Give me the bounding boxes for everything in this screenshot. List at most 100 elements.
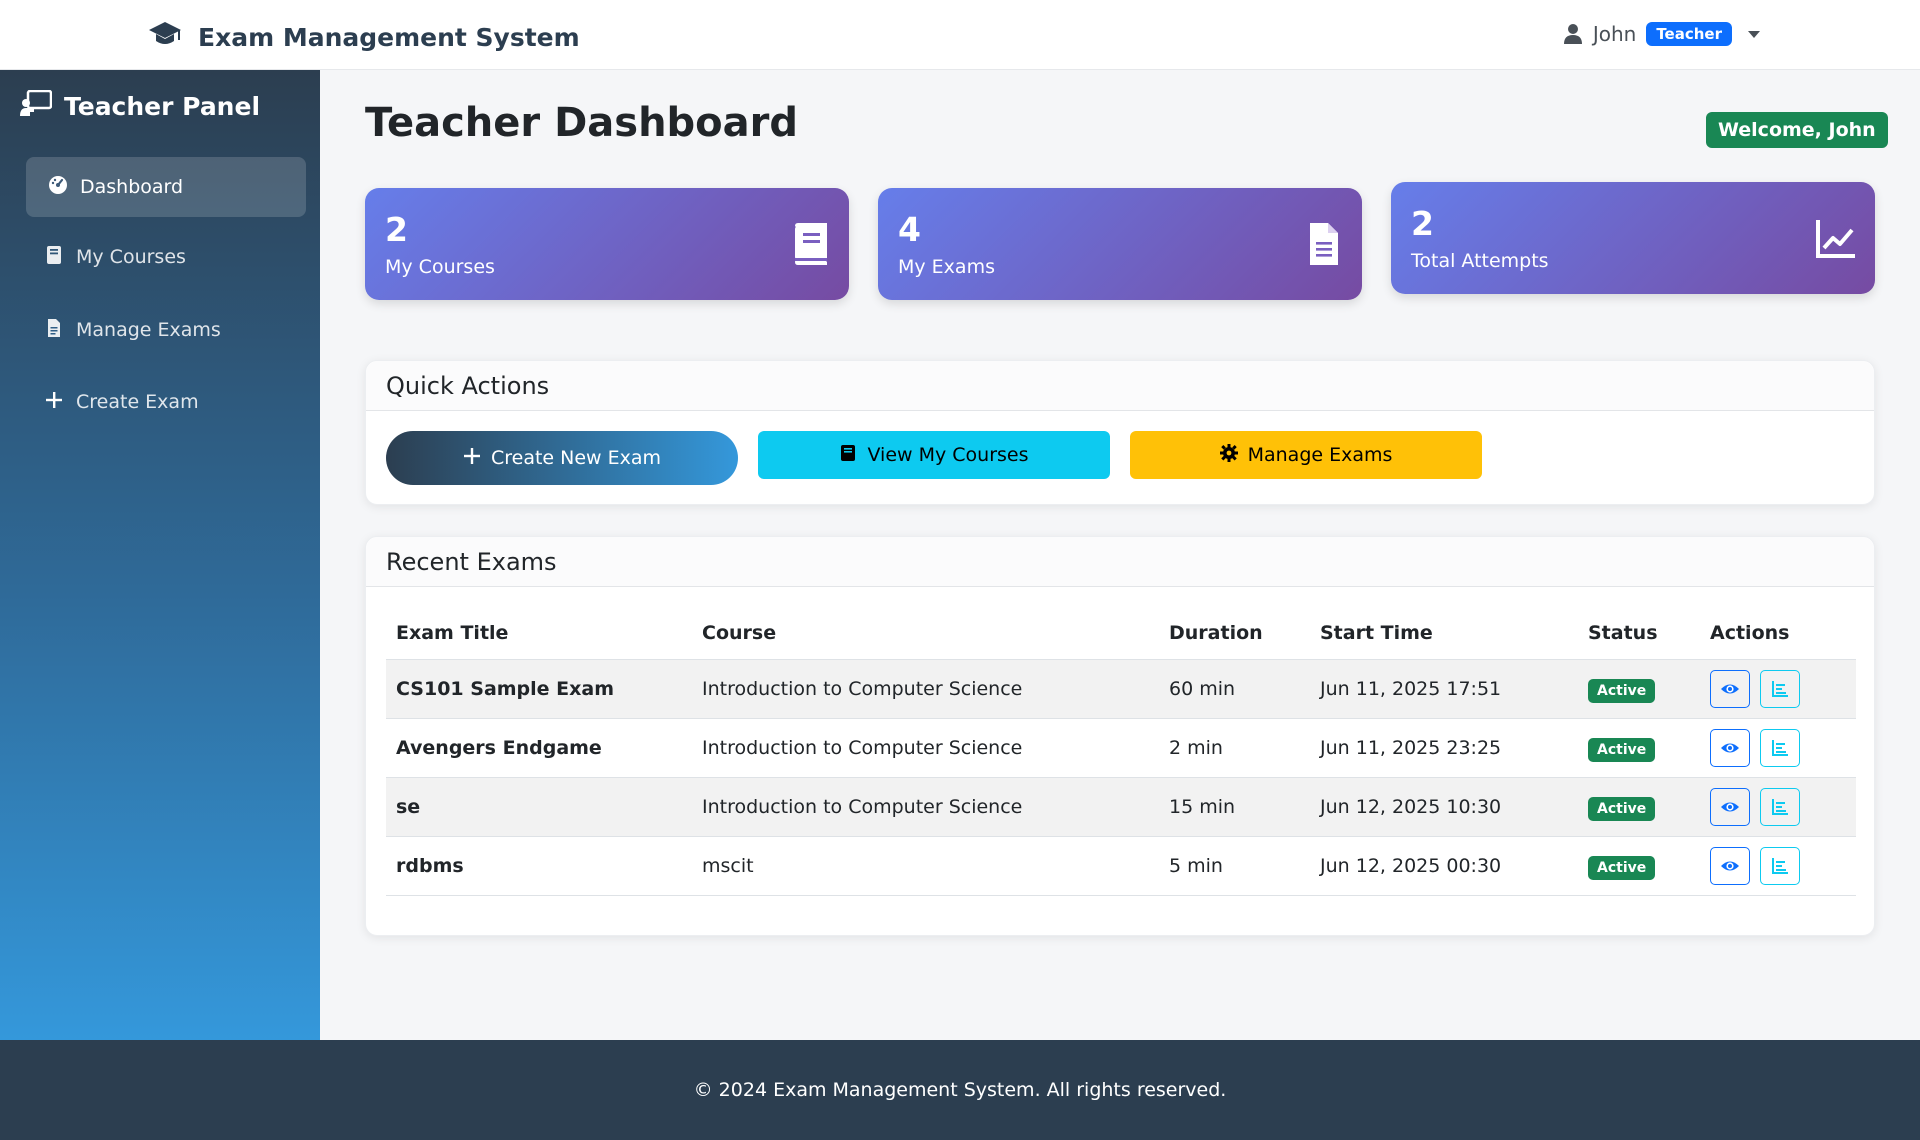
view-exam-button[interactable] xyxy=(1710,787,1750,826)
view-exam-button[interactable] xyxy=(1710,728,1750,767)
user-menu-toggle[interactable]: John Teacher xyxy=(1563,22,1760,46)
view-exam-button[interactable] xyxy=(1710,846,1750,885)
sidebar: Teacher Panel Dashboard My Courses Manag… xyxy=(0,70,320,1040)
role-badge: Teacher xyxy=(1646,22,1732,46)
exam-course: Introduction to Computer Science xyxy=(692,659,1159,719)
exam-results-button[interactable] xyxy=(1760,787,1801,826)
stat-value: 2 xyxy=(1411,204,1434,243)
button-label: Create New Exam xyxy=(490,447,662,469)
exam-title: rdbms xyxy=(386,836,692,896)
chart-bar-icon xyxy=(1772,857,1789,874)
sidebar-title: Teacher Panel xyxy=(20,89,261,122)
button-label: View My Courses xyxy=(867,444,1029,466)
stat-card-my-exams: 4 My Exams xyxy=(878,188,1362,300)
sidebar-item-my-courses[interactable]: My Courses xyxy=(26,227,306,287)
exam-course: mscit xyxy=(692,836,1159,896)
sidebar-item-manage-exams[interactable]: Manage Exams xyxy=(26,300,306,360)
exam-start-time: Jun 11, 2025 23:25 xyxy=(1310,718,1578,778)
exam-course: Introduction to Computer Science xyxy=(692,718,1159,778)
create-new-exam-button[interactable]: Create New Exam xyxy=(386,431,738,485)
brand[interactable]: Exam Management System xyxy=(148,20,580,54)
gear-icon xyxy=(1219,443,1238,467)
status-badge: Active xyxy=(1588,737,1656,762)
file-icon xyxy=(44,318,64,343)
eye-icon xyxy=(1721,743,1739,752)
exam-title: se xyxy=(386,777,692,837)
footer: © 2024 Exam Management System. All right… xyxy=(0,1040,1920,1140)
stat-label: My Exams xyxy=(898,256,995,278)
chevron-down-icon xyxy=(1748,30,1760,38)
sidebar-item-dashboard[interactable]: Dashboard xyxy=(26,157,306,217)
table-row: CS101 Sample Exam Introduction to Comput… xyxy=(386,659,1856,719)
stat-value: 4 xyxy=(898,210,921,249)
view-exam-button[interactable] xyxy=(1710,669,1750,708)
page-title: Teacher Dashboard xyxy=(365,100,799,146)
manage-exams-button[interactable]: Manage Exams xyxy=(1130,431,1482,479)
plus-icon xyxy=(44,390,64,415)
column-header: Status xyxy=(1578,607,1700,660)
stat-label: My Courses xyxy=(385,256,495,278)
stat-card-my-courses: 2 My Courses xyxy=(365,188,849,300)
copyright-text: © 2024 Exam Management System. All right… xyxy=(693,1079,1227,1101)
column-header: Course xyxy=(692,607,1159,660)
status-badge: Active xyxy=(1588,796,1656,821)
exam-duration: 2 min xyxy=(1159,718,1310,778)
stat-card-total-attempts: 2 Total Attempts xyxy=(1391,182,1875,294)
sidebar-item-label: Dashboard xyxy=(80,176,184,198)
eye-icon xyxy=(1721,802,1739,811)
user-icon xyxy=(1563,23,1583,45)
status-badge: Active xyxy=(1588,678,1656,703)
file-text-icon xyxy=(1302,222,1344,266)
stat-label: Total Attempts xyxy=(1411,250,1549,272)
sidebar-item-label: Create Exam xyxy=(76,391,199,413)
welcome-badge: Welcome, John xyxy=(1706,112,1888,148)
table-header-row: Exam Title Course Duration Start Time St… xyxy=(386,607,1856,660)
exam-duration: 60 min xyxy=(1159,659,1310,719)
card-header: Quick Actions xyxy=(366,361,1874,411)
plus-icon xyxy=(463,447,481,470)
exam-duration: 5 min xyxy=(1159,836,1310,896)
graduation-cap-icon xyxy=(148,20,182,54)
chart-bar-icon xyxy=(1772,739,1789,756)
view-my-courses-button[interactable]: View My Courses xyxy=(758,431,1110,479)
book-icon xyxy=(789,222,831,266)
chart-bar-icon xyxy=(1772,680,1789,697)
chalkboard-teacher-icon xyxy=(20,89,53,122)
stat-value: 2 xyxy=(385,210,408,249)
book-icon xyxy=(44,245,64,270)
user-name: John xyxy=(1592,22,1637,46)
card-header: Recent Exams xyxy=(366,537,1874,587)
column-header: Start Time xyxy=(1310,607,1578,660)
quick-actions-card: Quick Actions Create New Exam View My Co… xyxy=(365,360,1875,505)
brand-name: Exam Management System xyxy=(198,22,580,52)
exam-results-button[interactable] xyxy=(1760,669,1801,708)
sidebar-item-create-exam[interactable]: Create Exam xyxy=(26,372,306,432)
exam-title: Avengers Endgame xyxy=(386,718,692,778)
column-header: Actions xyxy=(1700,607,1856,660)
exam-start-time: Jun 12, 2025 10:30 xyxy=(1310,777,1578,837)
exam-title: CS101 Sample Exam xyxy=(386,659,692,719)
button-label: Manage Exams xyxy=(1247,444,1393,466)
exam-results-button[interactable] xyxy=(1760,846,1801,885)
exam-duration: 15 min xyxy=(1159,777,1310,837)
sidebar-item-label: Manage Exams xyxy=(76,319,221,341)
chart-bar-icon xyxy=(1772,798,1789,815)
exam-results-button[interactable] xyxy=(1760,728,1801,767)
status-badge: Active xyxy=(1588,855,1656,880)
table-row: Avengers Endgame Introduction to Compute… xyxy=(386,718,1856,778)
column-header: Duration xyxy=(1159,607,1310,660)
table-row: se Introduction to Computer Science 15 m… xyxy=(386,777,1856,837)
exam-start-time: Jun 11, 2025 17:51 xyxy=(1310,659,1578,719)
book-icon xyxy=(839,444,857,467)
recent-exams-table: Exam Title Course Duration Start Time St… xyxy=(386,607,1856,896)
eye-icon xyxy=(1721,861,1739,870)
chart-line-icon xyxy=(1815,216,1857,260)
column-header: Exam Title xyxy=(386,607,692,660)
sidebar-title-text: Teacher Panel xyxy=(64,91,261,121)
exam-start-time: Jun 12, 2025 00:30 xyxy=(1310,836,1578,896)
exam-course: Introduction to Computer Science xyxy=(692,777,1159,837)
top-navbar: Exam Management System John Teacher xyxy=(0,0,1920,70)
sidebar-item-label: My Courses xyxy=(76,246,186,268)
eye-icon xyxy=(1721,684,1739,693)
recent-exams-card: Recent Exams Exam Title Course Duration … xyxy=(365,536,1875,936)
